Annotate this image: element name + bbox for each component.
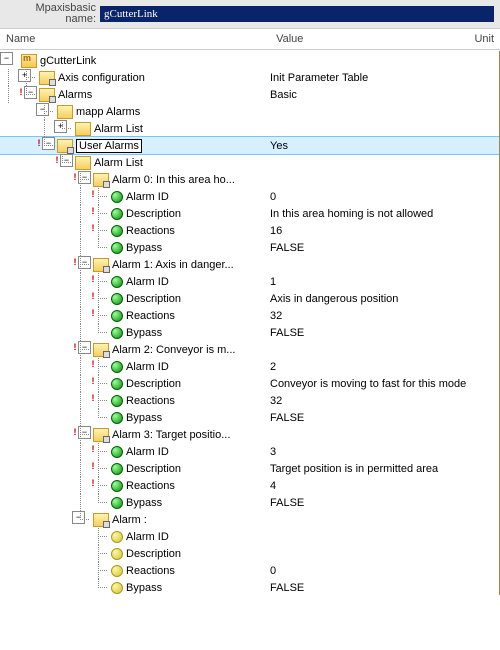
alarm-1-desc[interactable]: !DescriptionAxis in dangerous position <box>0 290 500 307</box>
alarm-1-react[interactable]: !Reactions32 <box>0 307 500 324</box>
folder-icon <box>75 156 91 170</box>
alarm-3-react[interactable]: !Reactions4 <box>0 477 500 494</box>
alarm-1-id[interactable]: !Alarm ID1 <box>0 273 500 290</box>
value-icon <box>111 327 123 339</box>
alarms-value: Basic <box>270 89 297 101</box>
value-icon <box>111 378 123 390</box>
value-icon <box>111 480 123 492</box>
value-icon <box>111 208 123 220</box>
col-value: Value <box>270 29 468 49</box>
user-alarms-value: Yes <box>270 140 288 152</box>
alarm-0-desc[interactable]: !DescriptionIn this area homing is not a… <box>0 205 500 222</box>
collapse-icon[interactable]: − <box>42 137 55 150</box>
alarms-node[interactable]: !− Alarms Basic <box>0 86 500 103</box>
collapse-icon[interactable]: − <box>36 103 49 116</box>
alarms-label: Alarms <box>58 89 92 101</box>
alarm-2-node[interactable]: !−Alarm 2: Conveyor is m... <box>0 341 500 358</box>
value-icon <box>111 293 123 305</box>
collapse-icon[interactable]: − <box>60 154 73 167</box>
alarm-2-react[interactable]: !Reactions32 <box>0 392 500 409</box>
value-icon <box>111 412 123 424</box>
col-name: Name <box>0 29 270 49</box>
mapp-alarm-list-node[interactable]: + Alarm List <box>0 120 500 137</box>
folder-icon <box>57 105 73 119</box>
alarm-blank-bypass[interactable]: BypassFALSE <box>0 579 500 596</box>
config-icon <box>93 428 109 442</box>
folder-icon <box>75 122 91 136</box>
value-icon <box>111 361 123 373</box>
alarm-1-node[interactable]: !−Alarm 1: Axis in danger... <box>0 256 500 273</box>
mapp-alarms-node[interactable]: − mapp Alarms <box>0 103 500 120</box>
alarm-2-bypass[interactable]: BypassFALSE <box>0 409 500 426</box>
user-alarms-label: User Alarms <box>76 139 142 153</box>
value-icon <box>111 242 123 254</box>
alarm-3-bypass[interactable]: BypassFALSE <box>0 494 500 511</box>
alarm-blank-desc[interactable]: Description <box>0 545 500 562</box>
root-node[interactable]: − gCutterLink <box>0 52 500 69</box>
alarm-blank-react[interactable]: Reactions0 <box>0 562 500 579</box>
alarm-1-bypass[interactable]: BypassFALSE <box>0 324 500 341</box>
collapse-icon[interactable]: − <box>72 511 85 524</box>
value-icon <box>111 548 123 560</box>
mapp-list-label: Alarm List <box>94 123 143 135</box>
value-icon <box>111 191 123 203</box>
user-list-label: Alarm List <box>94 157 143 169</box>
collapse-icon[interactable]: − <box>24 86 37 99</box>
config-icon <box>93 173 109 187</box>
alarm-blank-id[interactable]: Alarm ID <box>0 528 500 545</box>
value-icon <box>111 395 123 407</box>
value-icon <box>111 497 123 509</box>
config-icon <box>57 139 73 153</box>
alarm-2-desc[interactable]: !DescriptionConveyor is moving to fast f… <box>0 375 500 392</box>
axis-value: Init Parameter Table <box>270 72 368 84</box>
config-icon <box>39 88 55 102</box>
config-icon <box>93 343 109 357</box>
collapse-icon[interactable]: − <box>78 171 91 184</box>
config-name-input[interactable] <box>100 6 494 22</box>
value-icon <box>111 531 123 543</box>
value-icon <box>111 446 123 458</box>
value-icon <box>111 582 123 594</box>
alarm-0-node[interactable]: !− Alarm 0: In this area ho... <box>0 171 500 188</box>
alarm-0-react[interactable]: !Reactions16 <box>0 222 500 239</box>
property-tree: − gCutterLink + Axis configuration Init … <box>0 50 500 596</box>
alarm-3-desc[interactable]: !DescriptionTarget position is in permit… <box>0 460 500 477</box>
expand-icon[interactable]: + <box>54 120 67 133</box>
col-unit: Unit <box>468 29 500 49</box>
module-icon <box>21 54 37 68</box>
value-icon <box>111 225 123 237</box>
expand-icon[interactable]: + <box>18 69 31 82</box>
config-icon <box>93 513 109 527</box>
mapp-label: mapp Alarms <box>76 106 140 118</box>
value-icon <box>111 565 123 577</box>
alarm-2-id[interactable]: !Alarm ID2 <box>0 358 500 375</box>
collapse-icon[interactable]: − <box>78 426 91 439</box>
collapse-icon[interactable]: − <box>78 256 91 269</box>
axis-label: Axis configuration <box>58 72 145 84</box>
collapse-icon[interactable]: − <box>0 52 13 65</box>
config-header: Mpaxisbasic name: <box>0 0 500 29</box>
root-label: gCutterLink <box>40 55 96 67</box>
alarm-3-node[interactable]: !−Alarm 3: Target positio... <box>0 426 500 443</box>
value-icon <box>111 276 123 288</box>
alarm-0-id[interactable]: !Alarm ID0 <box>0 188 500 205</box>
value-icon <box>111 310 123 322</box>
alarm-blank-node[interactable]: −Alarm : <box>0 511 500 528</box>
user-alarm-list-node[interactable]: !− Alarm List <box>0 154 500 171</box>
alarm-0-bypass[interactable]: BypassFALSE <box>0 239 500 256</box>
value-icon <box>111 463 123 475</box>
user-alarms-node[interactable]: !− User Alarms Yes <box>0 137 500 154</box>
axis-config-node[interactable]: + Axis configuration Init Parameter Tabl… <box>0 69 500 86</box>
config-icon <box>93 258 109 272</box>
alarm-0-title: Alarm 0: In this area ho... <box>112 174 235 186</box>
column-headers: Name Value Unit <box>0 29 500 50</box>
config-name-label: Mpaxisbasic name: <box>6 3 100 25</box>
config-icon <box>39 71 55 85</box>
collapse-icon[interactable]: − <box>78 341 91 354</box>
alarm-3-id[interactable]: !Alarm ID3 <box>0 443 500 460</box>
